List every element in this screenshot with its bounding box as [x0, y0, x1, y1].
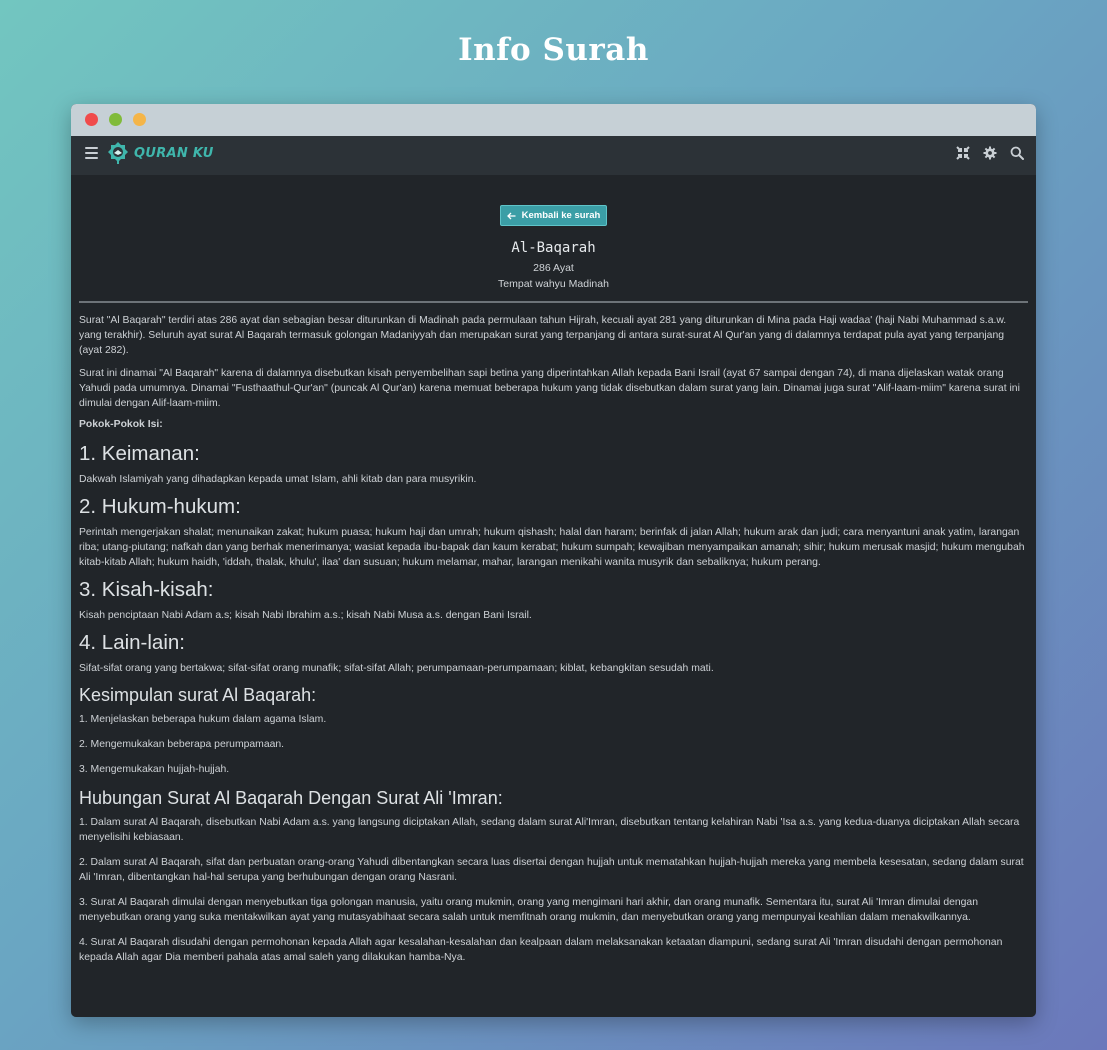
menu-icon[interactable] — [85, 147, 98, 159]
back-to-surah-button[interactable]: Kembali ke surah — [499, 205, 608, 226]
kesimpulan-item: 2. Mengemukakan beberapa perumpamaan. — [79, 739, 285, 750]
page-title: Info Surah — [458, 32, 649, 68]
search-icon[interactable] — [1010, 146, 1024, 160]
hubungan-title: Hubungan Surat Al Baqarah Dengan Surat A… — [79, 788, 503, 808]
browser-window: QURAN KU Kembali ke surah Al-Baqarah 286… — [71, 104, 1036, 1017]
divider — [79, 301, 1028, 303]
brand-name: QURAN KU — [134, 145, 214, 161]
maximize-window-button[interactable] — [109, 113, 122, 126]
section-title: 1. Keimanan: — [79, 442, 200, 465]
surah-ayat-count: 286 Ayat — [533, 262, 574, 274]
close-window-button[interactable] — [85, 113, 98, 126]
intro-paragraph: Surat ini dinamai "Al Baqarah" karena di… — [79, 368, 1020, 409]
arrow-left-icon — [506, 212, 516, 219]
gear-icon[interactable] — [983, 146, 997, 160]
quran-logo-icon — [108, 142, 128, 164]
window-titlebar — [71, 104, 1036, 136]
kesimpulan-title: Kesimpulan surat Al Baqarah: — [79, 685, 317, 705]
kesimpulan-item: 1. Menjelaskan beberapa hukum dalam agam… — [79, 714, 327, 725]
surah-info-content: Kembali ke surah Al-Baqarah 286 Ayat Tem… — [71, 175, 1036, 965]
pokok-label: Pokok-Pokok Isi: — [79, 419, 163, 430]
compress-icon[interactable] — [956, 146, 970, 160]
surah-revelation-place: Tempat wahyu Madinah — [498, 278, 609, 290]
section-text: Perintah mengerjakan shalat; menunaikan … — [79, 527, 1025, 568]
kesimpulan-item: 3. Mengemukakan hujjah-hujjah. — [79, 764, 230, 775]
hubungan-item: 2. Dalam surat Al Baqarah, sifat dan per… — [79, 857, 1024, 883]
intro-paragraph: Surat "Al Baqarah" terdiri atas 286 ayat… — [79, 315, 1007, 356]
navbar: QURAN KU — [71, 136, 1036, 175]
section-text: Dakwah Islamiyah yang dihadapkan kepada … — [79, 474, 477, 485]
section-title: 3. Kisah-kisah: — [79, 578, 214, 601]
hubungan-item: 3. Surat Al Baqarah dimulai dengan menye… — [79, 897, 978, 923]
section-text: Kisah penciptaan Nabi Adam a.s; kisah Na… — [79, 610, 532, 621]
section-title: 2. Hukum-hukum: — [79, 495, 241, 518]
hubungan-item: 1. Dalam surat Al Baqarah, disebutkan Na… — [79, 817, 1020, 843]
minimize-window-button[interactable] — [133, 113, 146, 126]
back-button-label: Kembali ke surah — [521, 210, 601, 221]
section-title: 4. Lain-lain: — [79, 631, 185, 654]
brand[interactable]: QURAN KU — [106, 141, 214, 165]
surah-name: Al-Baqarah — [511, 240, 596, 256]
section-text: Sifat-sifat orang yang bertakwa; sifat-s… — [79, 663, 714, 674]
hubungan-item: 4. Surat Al Baqarah disudahi dengan perm… — [79, 937, 1003, 963]
